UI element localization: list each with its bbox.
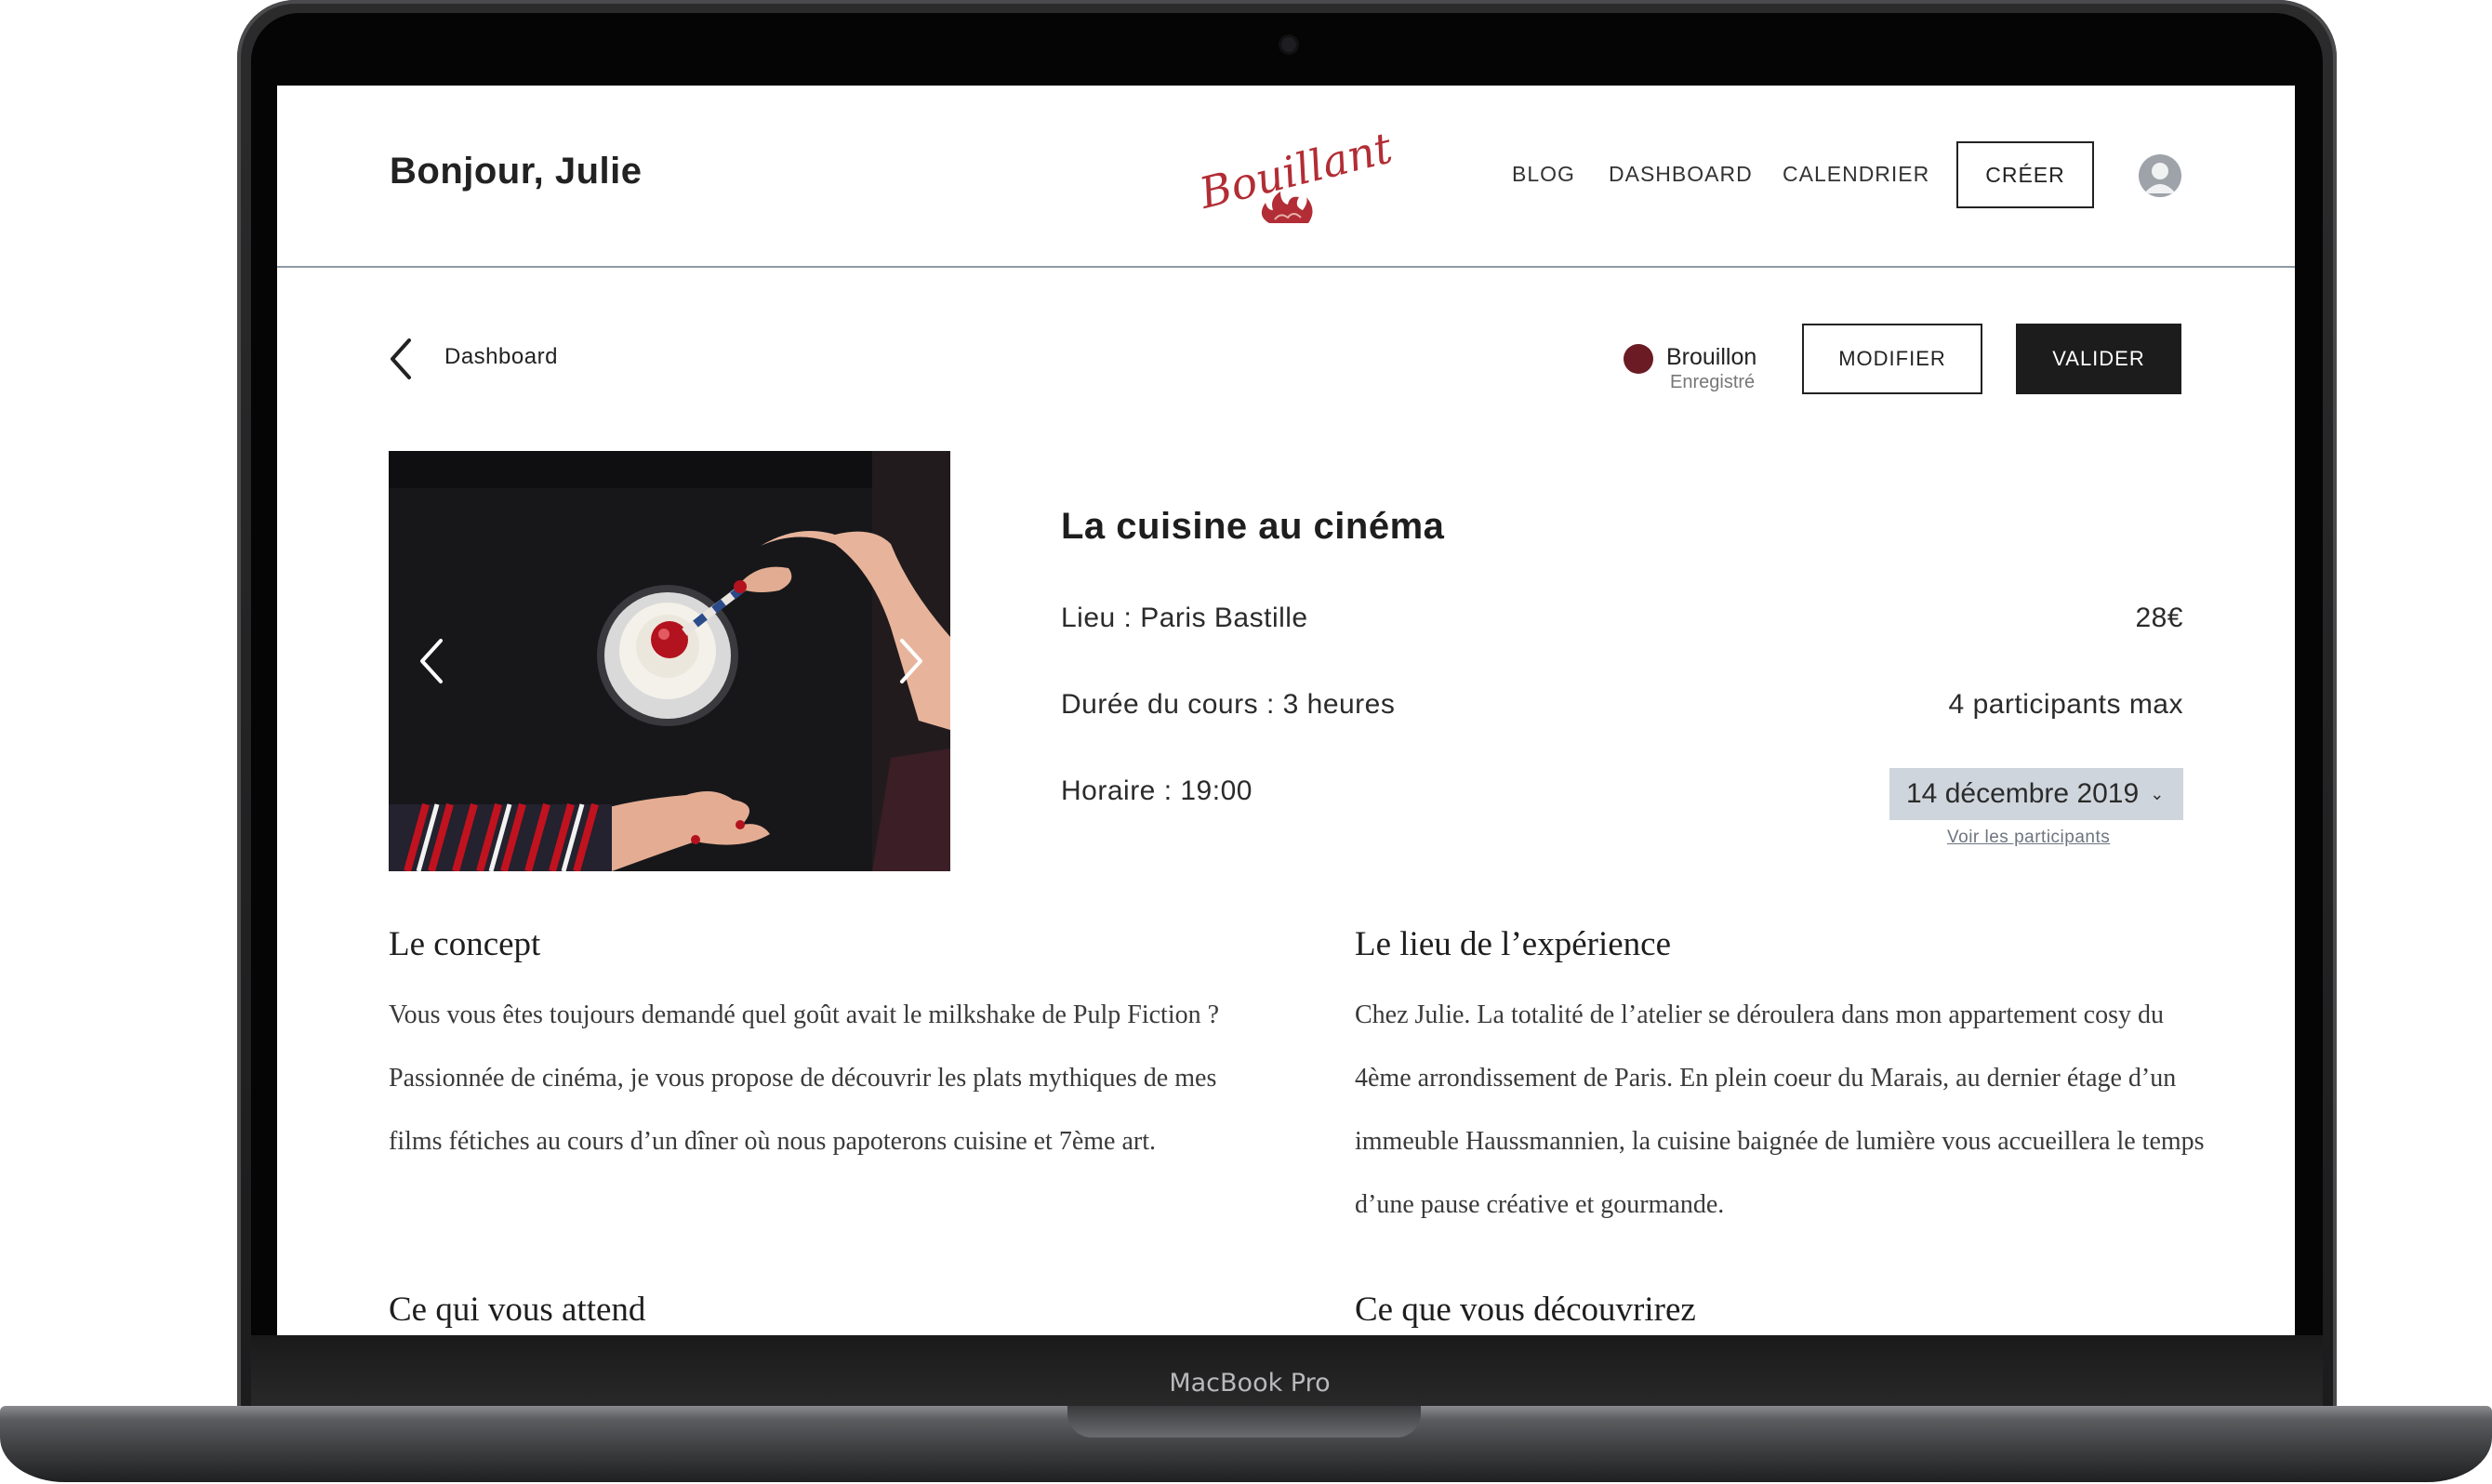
expect-title: Ce qui vous attend	[389, 1291, 646, 1329]
breadcrumb-dashboard[interactable]: Dashboard	[444, 344, 558, 370]
course-price: 28€	[2135, 603, 2183, 633]
nav-calendrier[interactable]: CALENDRIER	[1783, 162, 1929, 187]
nav-dashboard[interactable]: DASHBOARD	[1609, 162, 1753, 187]
top-header: Bonjour, Julie Bouillant! BLOG DASHBOARD…	[277, 86, 2295, 268]
view-participants-link[interactable]: Voir les participants	[1947, 828, 2110, 848]
status-label: Brouillon	[1666, 344, 1757, 370]
chevron-down-icon: ⌄	[2150, 784, 2165, 803]
laptop-opening-notch	[1067, 1406, 1421, 1438]
status-subtext: Enregistré	[1670, 372, 1756, 392]
nav-blog[interactable]: BLOG	[1512, 162, 1575, 187]
concept-text: Vous vous êtes toujours demandé quel goû…	[389, 1000, 1220, 1156]
course-max-participants: 4 participants max	[1948, 689, 2183, 720]
modify-button[interactable]: MODIFIER	[1802, 324, 1982, 394]
course-duration: Durée du cours : 3 heures	[1061, 689, 1396, 720]
back-chevron-icon[interactable]	[387, 337, 415, 381]
laptop-model-label: MacBook Pro	[1169, 1369, 1331, 1398]
date-select[interactable]: 14 décembre 2019 ⌄	[1889, 768, 2183, 820]
greeting: Bonjour, Julie	[390, 151, 643, 192]
bouillant-logo[interactable]: Bouillant!	[1191, 113, 1396, 234]
create-button[interactable]: CRÉER	[1956, 141, 2094, 208]
status-dot	[1624, 344, 1653, 374]
carousel-next-icon[interactable]	[898, 637, 926, 685]
discover-title: Ce que vous découvrirez	[1355, 1291, 1696, 1329]
concept-title: Le concept	[389, 925, 541, 963]
app-screen: Bonjour, Julie Bouillant! BLOG DASHBOARD…	[277, 86, 2295, 1335]
carousel-prev-icon[interactable]	[417, 637, 444, 685]
date-select-value: 14 décembre 2019	[1906, 778, 2140, 809]
course-title: La cuisine au cinéma	[1061, 506, 1445, 547]
course-photo-carousel	[389, 451, 950, 871]
user-avatar-icon[interactable]	[2139, 154, 2181, 197]
course-schedule: Horaire : 19:00	[1061, 775, 1253, 806]
webcam	[1281, 37, 1296, 52]
course-photo	[389, 451, 950, 871]
course-location: Lieu : Paris Bastille	[1061, 603, 1308, 633]
location-title: Le lieu de l’expérience	[1355, 925, 1671, 963]
location-text: Chez Julie. La totalité de l’atelier se …	[1355, 1000, 2205, 1219]
validate-button[interactable]: VALIDER	[2016, 324, 2181, 394]
